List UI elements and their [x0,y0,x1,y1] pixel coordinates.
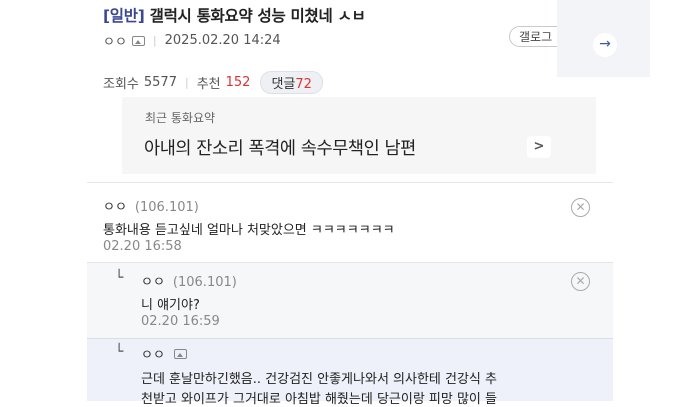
post-title: [일반] 갤럭시 통화요약 성능 미쳤네 ㅅㅂ [103,4,366,26]
recommend-count: 152 [225,75,251,90]
reply-icon: └ [115,270,124,286]
reply-icon: └ [115,344,124,360]
comment-item: ㅇㅇ (106.101) [103,196,199,215]
reply-author-line: ㅇㅇ [141,344,188,363]
comment-count-badge[interactable]: 댓글72 [260,71,323,94]
reply-author[interactable]: ㅇㅇ [141,348,165,363]
reply-date: 02.20 16:59 [141,314,220,329]
chevron-right-icon[interactable]: > [527,136,551,158]
close-circle-icon[interactable]: ✕ [571,198,590,217]
reply-text-line2: 천받고 와이프가 그거대로 아침밥 해줬는데 당근이랑 피망 많이 들 [141,392,497,407]
recent-summary-card[interactable]: 최근 통화요약 아내의 잔소리 폭격에 속수무책인 남편 > [122,97,596,174]
stats-divider: | [184,76,189,89]
arrow-right-icon[interactable]: → [593,33,617,57]
post-datetime: 2025.02.20 14:24 [164,33,281,48]
comment-author[interactable]: ㅇㅇ [103,200,127,215]
reply-author-line: ㅇㅇ (106.101) [141,271,237,290]
post-author[interactable]: ㅇㅇ [103,31,127,50]
reply-text-line1: 근데 훈날만하긴했음.. 건강검진 안좋게나와서 의사한테 건강식 추 [141,372,497,387]
post-category: [일반] [103,7,145,25]
comment-count: 72 [295,77,312,92]
comment-author-line: ㅇㅇ (106.101) [103,196,199,215]
comment-ip: (106.101) [134,200,199,215]
reply-author[interactable]: ㅇㅇ [141,275,165,290]
close-circle-icon[interactable]: ✕ [571,272,590,291]
recommend-label: 추천 [196,77,221,92]
image-icon [174,349,188,359]
recent-summary-text: 아내의 잔소리 폭격에 속수무책인 남편 [144,139,416,159]
views-label: 조회수 [103,77,139,92]
comment-label: 댓글 [271,77,296,92]
reply-item: ㅇㅇ (106.101) [141,271,237,290]
comment-text: 통화내용 듣고싶네 얼마나 처맞았으면 ㅋㅋㅋㅋㅋㅋㅋ [103,223,395,238]
image-icon [131,35,145,46]
views-count: 5577 [143,75,177,90]
comment-divider [87,182,613,183]
post-title-text: 갤럭시 통화요약 성능 미쳤네 ㅅㅂ [149,7,366,25]
reply-ip: (106.101) [172,275,237,290]
post-stats: 조회수 5577 | 추천 152 댓글72 [103,71,323,94]
meta-divider: | [152,34,157,47]
recent-summary-label: 최근 통화요약 [145,111,216,125]
comment-date: 02.20 16:58 [103,239,182,254]
reply-text: 니 얘기야? [141,298,200,313]
post-meta: ㅇㅇ | 2025.02.20 14:24 [103,31,281,50]
